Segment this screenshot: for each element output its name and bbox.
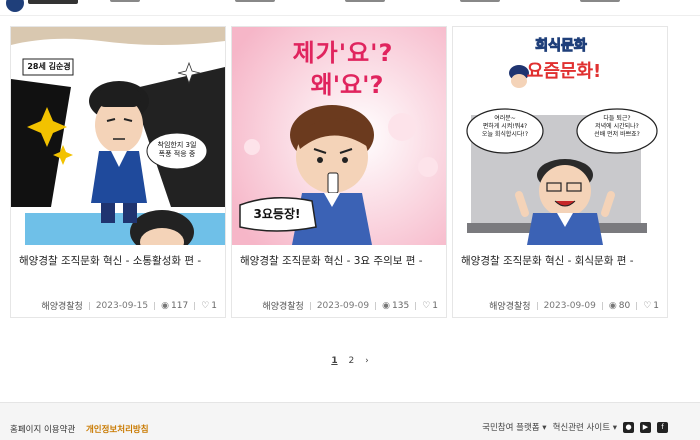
eye-icon: ◉ [608, 300, 617, 311]
heart-icon: ♡ [201, 300, 210, 311]
divider [375, 301, 377, 310]
footer-links: 홈페이지 이용약관 개인정보처리방침 [10, 423, 149, 435]
divider [601, 301, 603, 310]
card-title[interactable]: 해양경찰 조직문화 혁신 - 3요 주의보 편 - [240, 253, 440, 268]
youtube-icon[interactable]: ▶ [640, 421, 651, 433]
divider [88, 301, 90, 310]
nav-item[interactable] [110, 0, 140, 2]
card-title[interactable]: 해양경찰 조직문화 혁신 - 소통활성화 편 - [19, 253, 219, 268]
card-title[interactable]: 해양경찰 조직문화 혁신 - 회식문화 편 - [461, 253, 661, 268]
webtoon-card[interactable]: 제가'요'? 왜'요'? 3요등장! 해양경찰 조직문화 혁신 - 3요 주의보… [231, 26, 447, 318]
privacy-link[interactable]: 개인정보처리방침 [86, 425, 149, 435]
card-date: 2023-09-15 [95, 300, 149, 311]
divider [309, 301, 311, 310]
divider [415, 301, 417, 310]
card-meta: 해양경찰청 2023-09-09 ◉ 80 ♡ 1 [453, 299, 667, 313]
heart-icon: ♡ [422, 300, 431, 311]
nav-item[interactable] [235, 0, 275, 2]
view-count: 135 [392, 300, 410, 311]
top-header [0, 0, 700, 16]
participation-dropdown[interactable]: 국민참여 플랫폼 ▾ [482, 421, 546, 433]
like-count: 1 [653, 300, 659, 311]
divider [636, 301, 638, 310]
eye-icon: ◉ [382, 300, 390, 311]
site-logo[interactable] [6, 0, 24, 12]
card-author: 해양경찰청 [489, 302, 531, 312]
speech-right: 다들 퇴근? 저녁에 시간되나? 선배 먼저 바쁘죠? [594, 115, 640, 138]
view-count: 80 [618, 300, 631, 311]
divider [194, 301, 196, 310]
card-author: 해양경찰청 [41, 302, 83, 312]
card-author: 해양경찰청 [262, 302, 304, 312]
blog-icon[interactable]: ● [623, 421, 634, 433]
bubble-mid: 왜'요'? [310, 71, 384, 99]
next-page-icon[interactable]: › [365, 356, 369, 366]
nav-item[interactable] [580, 0, 620, 2]
innovation-label: 혁신관련 사이트 [552, 423, 611, 433]
participation-label: 국민참여 플랫폼 [482, 423, 540, 433]
terms-link[interactable]: 홈페이지 이용약관 [10, 425, 75, 435]
divider [154, 301, 156, 310]
heart-icon: ♡ [643, 300, 652, 311]
banner-line2: 요즘문화! [526, 61, 602, 82]
card-date: 2023-09-09 [316, 300, 370, 311]
card-date: 2023-09-09 [543, 300, 596, 311]
bubble-top: 제가'요'? [292, 39, 394, 67]
divider [536, 301, 538, 310]
card-grid: 28세 김순경 착임한지 3일 폭풍 적응 중 해양경찰 조직문화 혁신 - 소… [10, 26, 690, 318]
webtoon-card[interactable]: 회식문화 요즘문화! 여러분~ 편하게 시켜!뭐4? 오늘 회식합시다!? 다들… [452, 26, 668, 318]
nav-item[interactable] [460, 0, 500, 2]
footer-right: 국민참여 플랫폼 ▾ 혁신관련 사이트 ▾ ● ▶ f [482, 421, 668, 433]
page-2-link[interactable]: 2 [348, 356, 354, 366]
webtoon-card[interactable]: 28세 김순경 착임한지 3일 폭풍 적응 중 해양경찰 조직문화 혁신 - 소… [10, 26, 226, 318]
note-caption: 착임한지 3일 폭풍 적응 중 [157, 141, 197, 158]
thumbnail-illustration-communication [11, 27, 225, 245]
card-meta: 해양경찰청 2023-09-09 ◉ 135 ♡ 1 [232, 299, 446, 313]
card-thumbnail[interactable]: 제가'요'? 왜'요'? 3요등장! [232, 27, 446, 245]
pagination: 1 2 › [0, 356, 700, 366]
nav-item[interactable] [345, 0, 385, 2]
like-count: 1 [432, 300, 438, 311]
card-thumbnail[interactable]: 28세 김순경 착임한지 3일 폭풍 적응 중 [11, 27, 225, 245]
site-footer: 홈페이지 이용약관 개인정보처리방침 국민참여 플랫폼 ▾ 혁신관련 사이트 ▾… [0, 402, 700, 440]
banner-line1: 회식문화 [535, 38, 588, 55]
site-logo-text[interactable] [28, 0, 78, 4]
eye-icon: ◉ [161, 300, 169, 311]
like-count: 1 [211, 300, 217, 311]
page-1-link[interactable]: 1 [331, 356, 337, 366]
speech-left: 여러분~ 편하게 시켜!뭐4? 오늘 회식합시다!? [481, 115, 529, 138]
card-meta: 해양경찰청 2023-09-15 ◉ 117 ♡ 1 [11, 299, 225, 313]
card-thumbnail[interactable]: 회식문화 요즘문화! 여러분~ 편하게 시켜!뭐4? 오늘 회식합시다!? 다들… [453, 27, 667, 245]
age-caption: 28세 김순경 [27, 62, 71, 71]
stamp-text: 3요등장! [253, 207, 301, 221]
innovation-dropdown[interactable]: 혁신관련 사이트 ▾ [553, 421, 617, 433]
facebook-icon[interactable]: f [657, 421, 668, 433]
view-count: 117 [171, 300, 189, 311]
